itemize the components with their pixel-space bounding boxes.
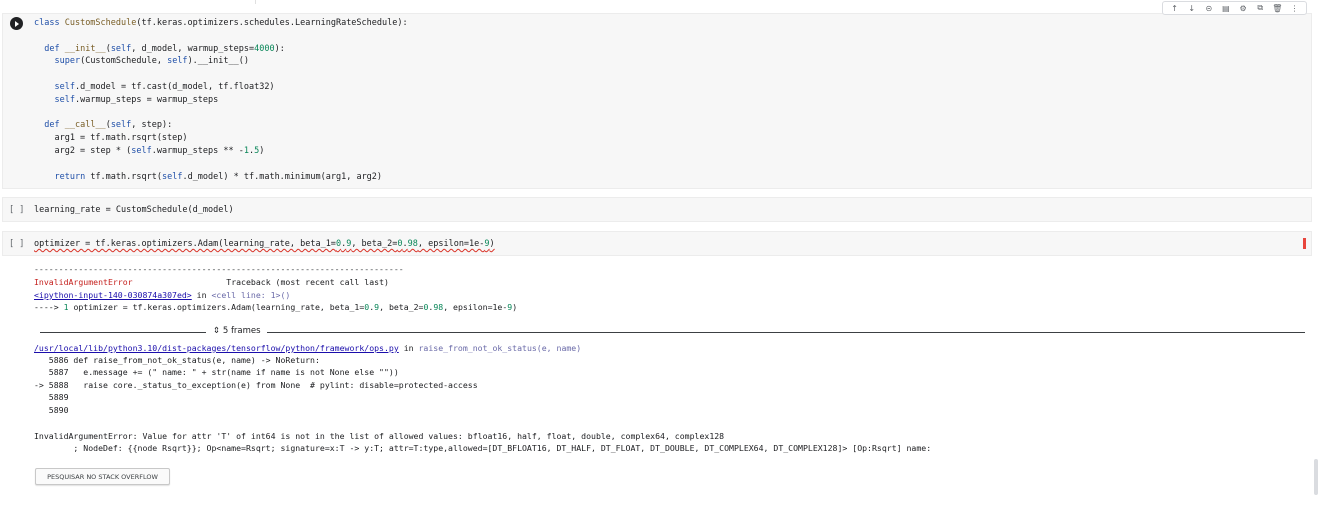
error-marker xyxy=(1303,238,1306,249)
mirror-cell-icon[interactable]: ⧉ xyxy=(1254,2,1267,14)
traceback-label: Traceback (most recent call last) xyxy=(226,277,389,287)
run-cell-button[interactable] xyxy=(10,17,23,30)
frames-divider-right xyxy=(267,332,1305,333)
source-line: 5886 def raise_from_not_ok_status(e, nam… xyxy=(34,355,320,365)
search-stackoverflow-button[interactable]: PESQUISAR NO STACK OVERFLOW xyxy=(35,468,170,485)
trash-icon[interactable]: 🗑 xyxy=(1271,2,1284,14)
in-text: in xyxy=(191,290,212,300)
frame-file-location: /usr/local/lib/python3.10/dist-packages/… xyxy=(34,343,582,353)
cell-execution-bracket[interactable]: [ ] xyxy=(9,239,24,249)
final-error-message: InvalidArgumentError: Value for attr 'T'… xyxy=(34,431,725,441)
expand-collapse-icon: ⇕ xyxy=(213,326,223,336)
traceback-arrow-line: ----> 1 optimizer = tf.keras.optimizers.… xyxy=(34,302,518,312)
cell-line-ref: <cell line: 1>() xyxy=(211,290,291,300)
comment-icon[interactable]: ▤ xyxy=(1219,2,1232,14)
scrollbar-thumb[interactable] xyxy=(1314,459,1318,495)
gear-icon[interactable]: ⚙ xyxy=(1237,2,1250,14)
code-editor-cell-1[interactable]: class CustomSchedule(tf.keras.optimizers… xyxy=(34,17,408,183)
frames-divider-left xyxy=(40,332,206,333)
cell-execution-bracket[interactable]: [ ] xyxy=(9,205,24,215)
more-vert-icon[interactable]: ⋮ xyxy=(1288,2,1301,14)
traceback-location: <ipython-input-140-030874a307ed> in <cel… xyxy=(34,289,290,301)
code-line: super(CustomSchedule, self).__init__() xyxy=(54,56,249,67)
code-line: def __call__(self, step): xyxy=(44,120,173,131)
code-line: self.d_model = tf.cast(d_model, tf.float… xyxy=(54,81,275,92)
ops-py-link[interactable]: /usr/local/lib/python3.10/dist-packages/… xyxy=(34,343,399,353)
error-name: InvalidArgumentError xyxy=(34,277,133,287)
frame-function: raise_from_not_ok_status(e, name) xyxy=(418,343,582,353)
source-line: 5889 xyxy=(34,392,69,403)
arrow-up-icon[interactable]: ↑ xyxy=(1168,2,1181,14)
cell-toolbar: ↑ ↓ ⊝ ▤ ⚙ ⧉ 🗑 ⋮ xyxy=(1162,1,1307,15)
code-line: arg1 = tf.math.rsqrt(step) xyxy=(34,133,188,144)
code-line: def __init__(self, d_model, warmup_steps… xyxy=(44,43,285,54)
code-editor-cell-3[interactable]: optimizer = tf.keras.optimizers.Adam(lea… xyxy=(34,238,495,251)
source-line: -> 5888 raise core._status_to_exception(… xyxy=(34,379,478,390)
code-editor-cell-2[interactable]: learning_rate = CustomSchedule(d_model) xyxy=(34,204,234,217)
top-divider xyxy=(255,0,256,4)
traceback-header: InvalidArgumentError Traceback (most rec… xyxy=(34,276,389,288)
source-line: 5890 xyxy=(34,404,69,415)
link-icon[interactable]: ⊝ xyxy=(1202,2,1215,14)
final-error-nodedef: ; NodeDef: {{node Rsqrt}}; Op<name=Rsqrt… xyxy=(34,443,932,453)
code-line: arg2 = step * (self.warmup_steps ** -1.5… xyxy=(34,145,265,156)
frame-source-lines: 5886 def raise_from_not_ok_status(e, nam… xyxy=(34,354,478,416)
code-line: return tf.math.rsqrt(self.d_model) * tf.… xyxy=(54,171,383,182)
source-line: 5887 e.message += (" name: " + str(name … xyxy=(34,367,399,378)
ipython-input-link[interactable]: <ipython-input-140-030874a307ed> xyxy=(34,290,192,300)
arrow-down-icon[interactable]: ↓ xyxy=(1185,2,1198,14)
traceback-dashes: ----------------------------------------… xyxy=(34,264,404,274)
collapsed-frames-toggle[interactable]: ⇕ 5 frames xyxy=(40,326,1305,338)
code-line: self.warmup_steps = warmup_steps xyxy=(54,94,219,105)
code-line: class CustomSchedule(tf.keras.optimizers… xyxy=(34,18,408,28)
frames-label[interactable]: ⇕ 5 frames xyxy=(211,326,263,336)
